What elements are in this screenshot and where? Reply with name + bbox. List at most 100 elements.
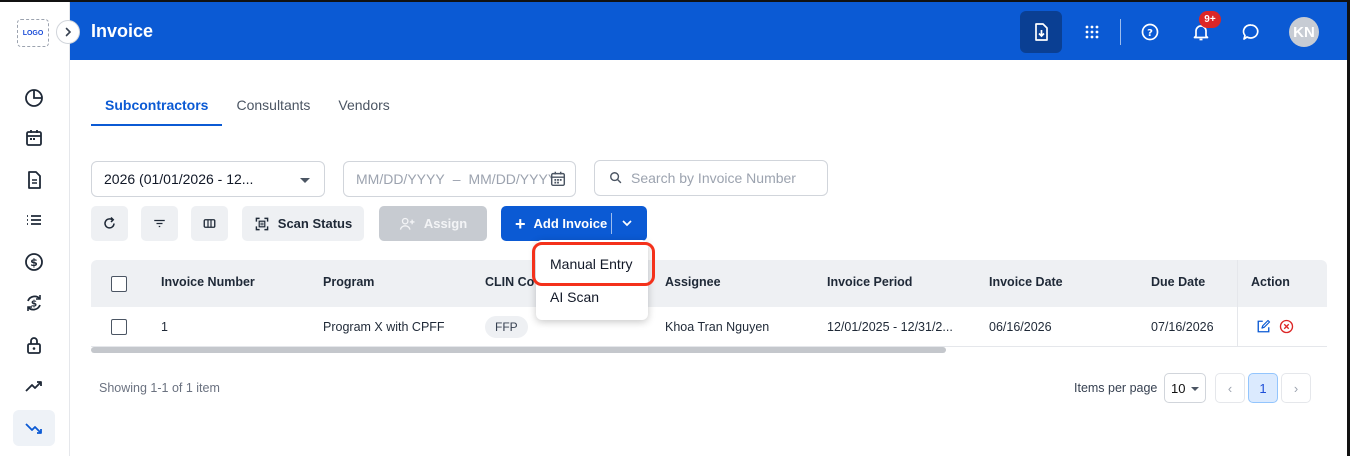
chat-icon — [1242, 24, 1259, 40]
column-header-invoice-period[interactable]: Invoice Period — [827, 275, 912, 289]
apps-grid-icon — [1085, 25, 1099, 39]
sidebar-item-invoices[interactable] — [13, 410, 55, 446]
cell-due-date: 07/16/2026 — [1151, 320, 1214, 334]
cell-invoice-number: 1 — [161, 320, 168, 334]
user-avatar[interactable]: KN — [1289, 17, 1319, 47]
cell-invoice-date: 06/16/2026 — [989, 320, 1052, 334]
menu-item-ai-scan[interactable]: AI Scan — [550, 289, 599, 305]
add-user-icon — [399, 217, 415, 230]
date-start-placeholder: MM/DD/YYYY — [356, 171, 445, 187]
caret-down-icon — [1191, 387, 1199, 391]
tab-consultants[interactable]: Consultants — [222, 90, 324, 126]
items-per-page-select[interactable]: 10 — [1164, 373, 1206, 403]
cell-clin-tag: FFP — [485, 316, 528, 338]
sidebar-item-payments[interactable]: $ — [13, 285, 55, 321]
trending-up-icon — [25, 381, 42, 392]
horizontal-scrollbar[interactable] — [91, 347, 946, 353]
help-button[interactable]: ? — [1129, 11, 1171, 53]
refresh-icon — [104, 216, 115, 229]
refresh-button[interactable] — [91, 206, 128, 241]
pagination-summary: Showing 1-1 of 1 item — [99, 381, 220, 395]
next-page-button[interactable]: › — [1281, 373, 1311, 403]
caret-down-icon — [300, 178, 310, 183]
calendar-icon — [26, 130, 42, 146]
cell-invoice-period: 12/01/2025 - 12/31/2... — [827, 320, 953, 334]
tab-vendors[interactable]: Vendors — [324, 90, 403, 126]
tab-subcontractors[interactable]: Subcontractors — [91, 90, 223, 126]
column-header-due-date[interactable]: Due Date — [1151, 275, 1205, 289]
filter-icon — [154, 219, 165, 228]
sidebar-expand-button[interactable] — [56, 20, 80, 44]
table-header: Invoice Number Program CLIN Co Assignee … — [91, 260, 1327, 307]
invoice-table: Invoice Number Program CLIN Co Assignee … — [91, 260, 1327, 353]
dollar-cycle-icon: $ — [27, 295, 41, 311]
app-window: LOGO $ $ Invoice ? 9+ KN Subcontractors … — [0, 0, 1350, 456]
apps-button[interactable] — [1071, 11, 1113, 53]
scan-status-button[interactable]: Scan Status — [242, 206, 364, 241]
svg-text:$: $ — [30, 256, 38, 269]
sidebar-item-list[interactable] — [13, 202, 55, 238]
cell-program: Program X with CPFF — [323, 320, 445, 334]
year-select-value: 2026 (01/01/2026 - 12... — [104, 171, 254, 187]
sidebar-item-security[interactable] — [13, 327, 55, 363]
document-icon — [28, 171, 41, 189]
items-per-page-label: Items per page — [1074, 381, 1158, 395]
download-button[interactable] — [1020, 11, 1062, 53]
assign-label: Assign — [423, 216, 468, 231]
year-select[interactable]: 2026 (01/01/2026 - 12... — [91, 161, 325, 197]
chevron-right-icon — [65, 27, 72, 37]
button-split-divider — [611, 213, 612, 234]
action-column-divider — [1237, 260, 1327, 347]
column-header-program[interactable]: Program — [323, 275, 374, 289]
notification-badge: 9+ — [1199, 11, 1221, 28]
cell-assignee: Khoa Tran Nguyen — [665, 320, 770, 334]
filter-button[interactable] — [141, 206, 178, 241]
columns-button[interactable] — [191, 206, 228, 241]
add-invoice-label: Add Invoice — [533, 216, 608, 231]
search-input[interactable] — [631, 170, 811, 186]
sidebar: LOGO $ $ — [0, 2, 80, 456]
help-icon: ? — [1141, 23, 1159, 41]
lock-icon — [27, 337, 41, 354]
date-range-picker[interactable]: MM/DD/YYYY – MM/DD/YYYY — [343, 161, 576, 197]
column-header-clin[interactable]: CLIN Co — [485, 275, 534, 289]
app-logo: LOGO — [17, 19, 49, 47]
top-header: Invoice ? 9+ KN — [70, 2, 1347, 60]
columns-icon — [203, 219, 216, 228]
invoice-search-field[interactable] — [594, 160, 828, 196]
row-checkbox[interactable] — [111, 319, 127, 335]
chat-button[interactable] — [1230, 11, 1272, 53]
plus-icon: + — [515, 213, 526, 234]
select-all-checkbox[interactable] — [111, 276, 127, 292]
date-range-separator: – — [452, 171, 461, 187]
table-row[interactable]: 1 Program X with CPFF FFP Khoa Tran Nguy… — [91, 307, 1327, 347]
previous-page-button[interactable]: ‹ — [1215, 373, 1245, 403]
header-divider — [1120, 19, 1121, 45]
tab-bar: Subcontractors Consultants Vendors — [91, 90, 404, 126]
column-header-invoice-date[interactable]: Invoice Date — [989, 275, 1063, 289]
sidebar-item-revenue[interactable] — [13, 368, 55, 404]
download-file-icon — [1035, 23, 1048, 41]
chevron-down-icon[interactable] — [620, 216, 634, 230]
date-end-placeholder: MM/DD/YYYY — [468, 171, 558, 187]
sidebar-item-finance[interactable]: $ — [13, 244, 55, 280]
page-title: Invoice — [91, 21, 154, 41]
list-icon — [27, 215, 41, 225]
items-per-page-value: 10 — [1171, 380, 1186, 396]
scan-icon — [255, 217, 269, 230]
add-invoice-button[interactable]: + Add Invoice — [501, 206, 647, 241]
column-header-invoice-number[interactable]: Invoice Number — [161, 275, 255, 289]
column-header-assignee[interactable]: Assignee — [665, 275, 721, 289]
main-content: Subcontractors Consultants Vendors 2026 … — [70, 60, 1347, 456]
assign-button[interactable]: Assign — [379, 206, 487, 241]
search-icon — [610, 172, 622, 184]
sidebar-item-documents[interactable] — [13, 162, 55, 198]
dollar-icon: $ — [25, 253, 43, 271]
sidebar-item-calendar[interactable] — [13, 120, 55, 156]
sidebar-item-dashboard[interactable] — [13, 80, 55, 116]
menu-item-manual-entry[interactable]: Manual Entry — [550, 256, 632, 272]
svg-text:$: $ — [31, 300, 37, 310]
calendar-icon — [550, 171, 566, 187]
dashboard-icon — [25, 89, 43, 107]
page-1-button[interactable]: 1 — [1248, 373, 1278, 403]
